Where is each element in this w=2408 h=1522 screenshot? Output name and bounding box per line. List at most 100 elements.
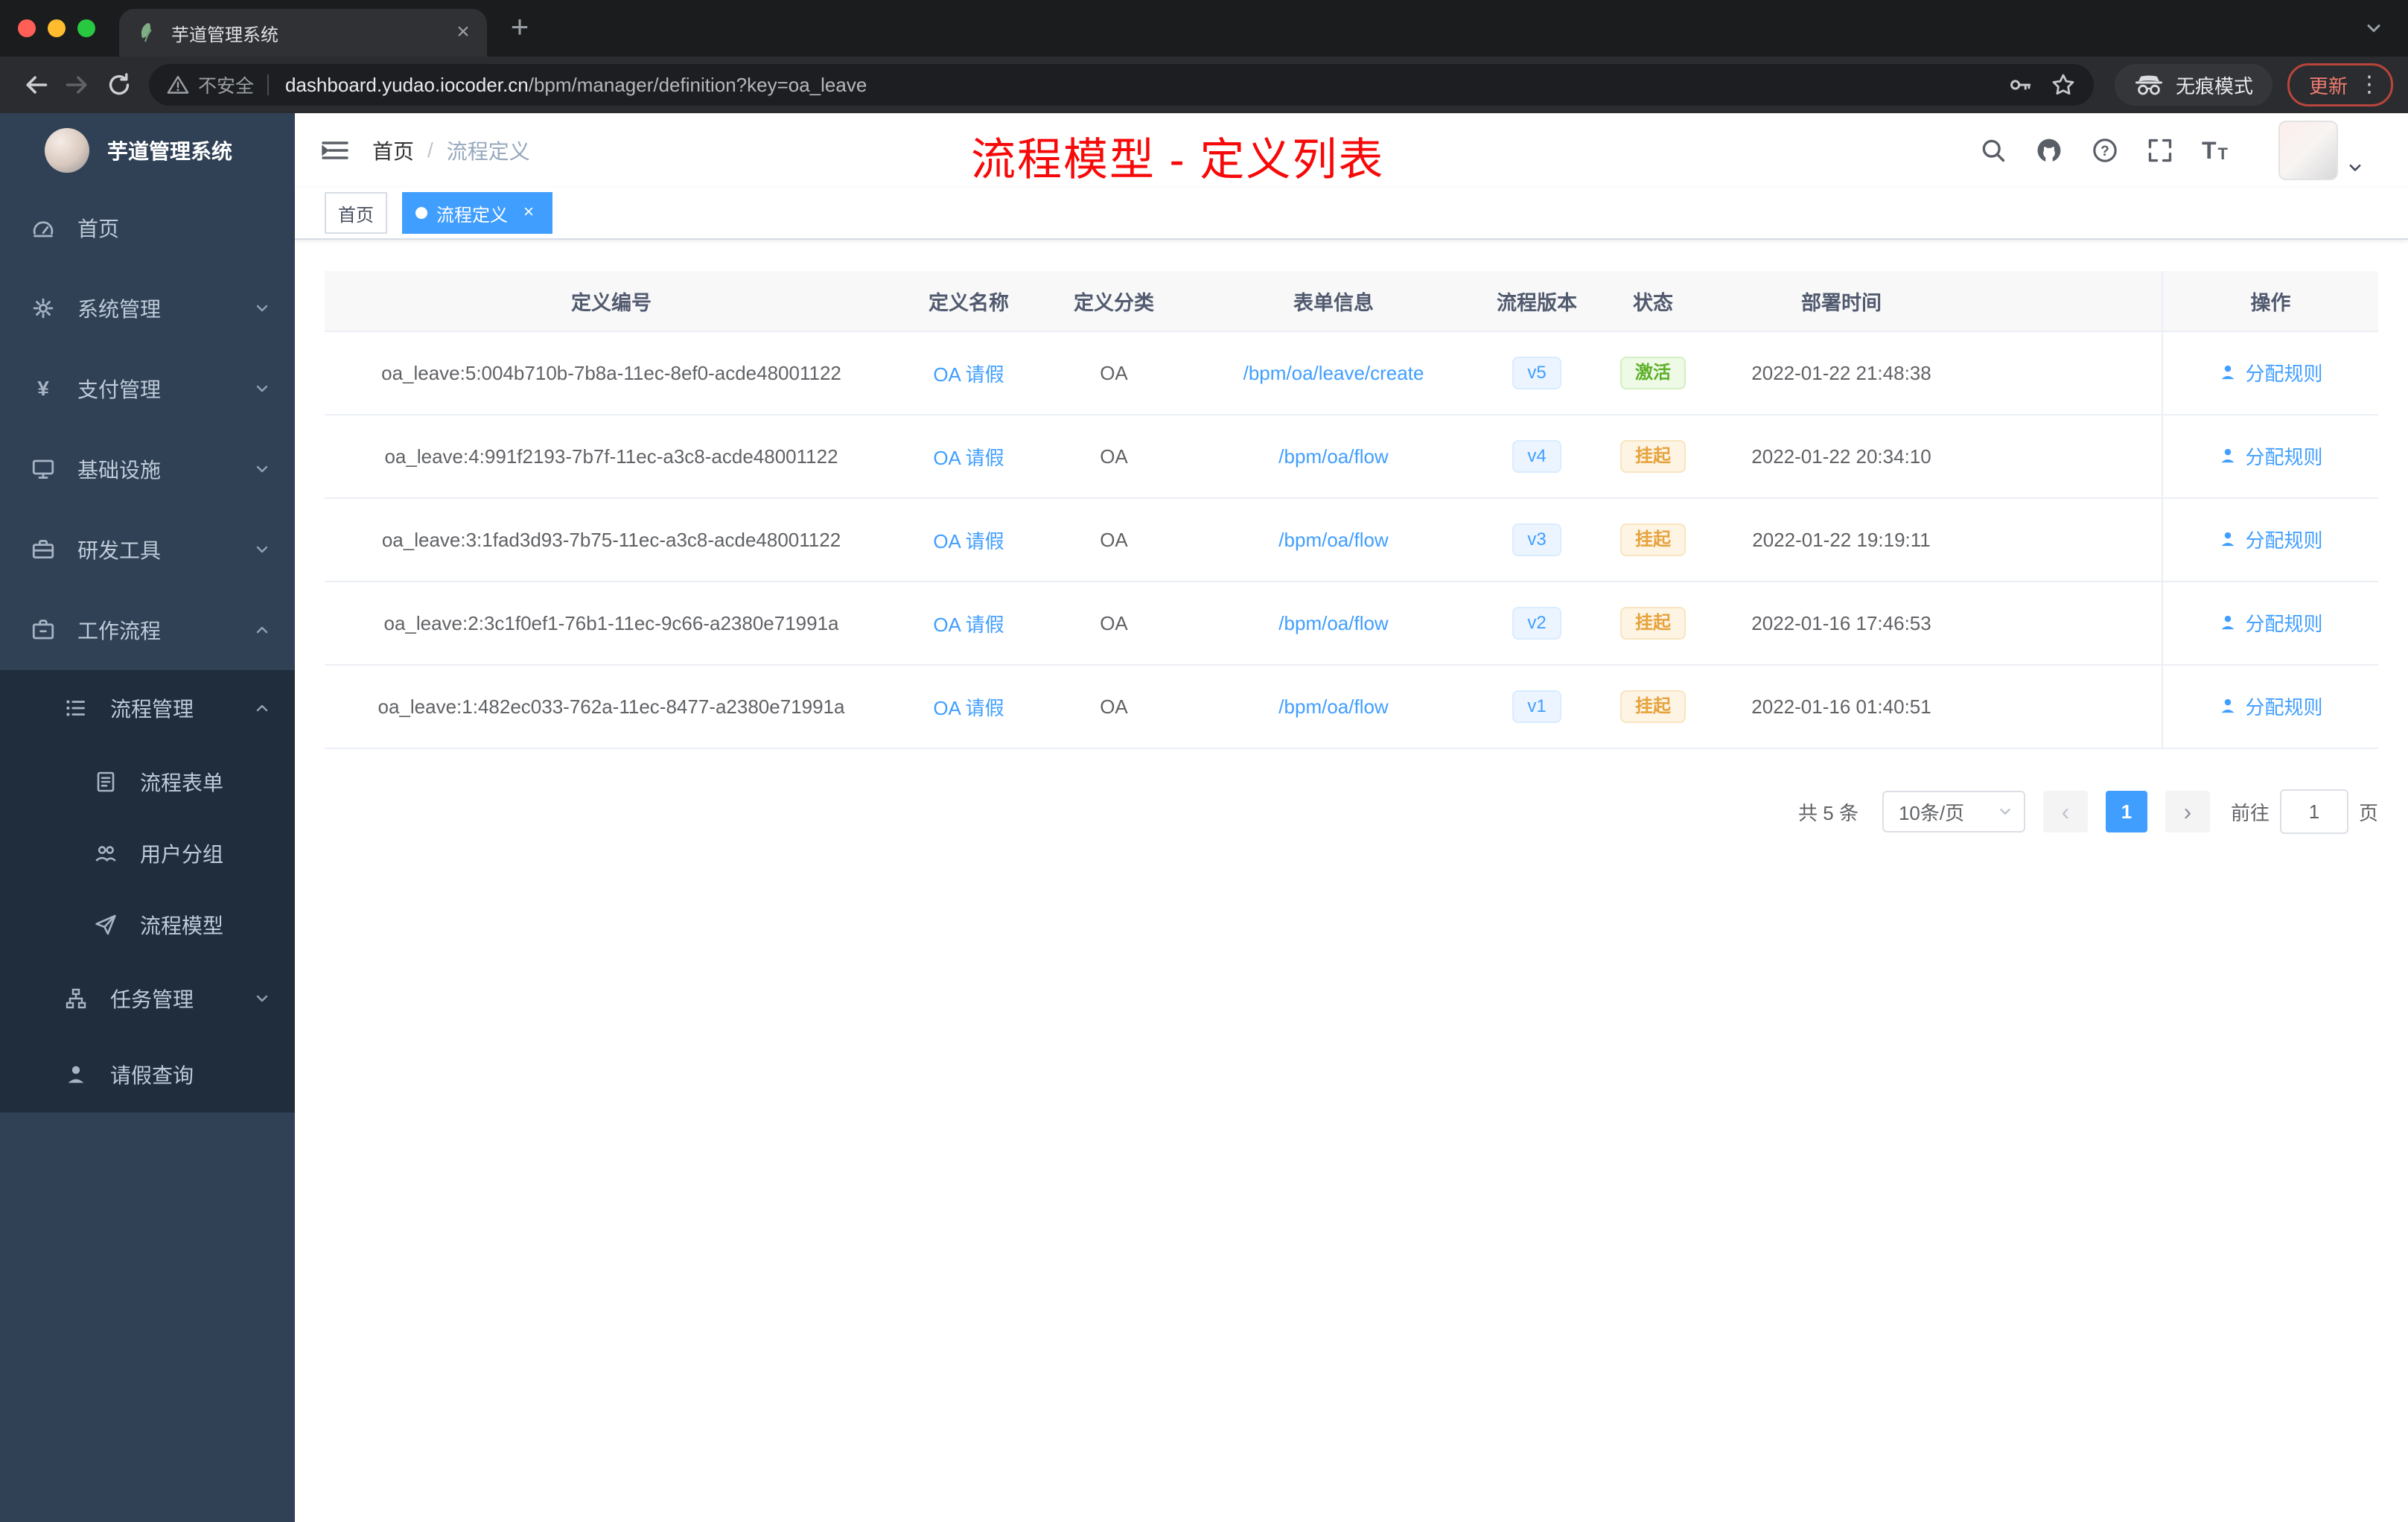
update-button[interactable]: 更新 ⋮ [2287, 63, 2393, 106]
breadcrumb-current: 流程定义 [446, 140, 530, 163]
password-key-icon[interactable] [2007, 72, 2033, 98]
version-tag: v5 [1512, 357, 1561, 389]
sidebar-item-user-group[interactable]: 用户分组 [0, 818, 295, 889]
assign-rule-link[interactable]: 分配规则 [2218, 609, 2323, 637]
sidebar-item-process-model[interactable]: 流程模型 [0, 889, 295, 961]
prev-page-button[interactable]: ‹ [2042, 791, 2088, 832]
sidebar-item-home[interactable]: 首页 [0, 188, 295, 268]
browser-menu-icon[interactable]: ⋮ [2358, 74, 2380, 96]
deploy-time: 2022-01-22 20:34:10 [1711, 415, 1972, 499]
version-tag: v3 [1512, 523, 1561, 556]
sidebar-item-process-management[interactable]: 流程管理 [0, 670, 295, 746]
url-text: dashboard.yudao.iocoder.cn/bpm/manager/d… [285, 74, 867, 97]
tag-home[interactable]: 首页 [325, 192, 387, 234]
user-avatar[interactable] [2278, 121, 2363, 180]
deploy-time: 2022-01-22 19:19:11 [1711, 498, 1972, 582]
reload-button[interactable] [98, 64, 140, 106]
definition-name-link[interactable]: OA 请假 [933, 447, 1004, 469]
update-label: 更新 [2308, 74, 2348, 98]
goto-page-input[interactable] [2279, 789, 2348, 834]
deploy-time: 2022-01-16 17:46:53 [1711, 582, 1972, 666]
sidebar-item-label: 研发工具 [77, 539, 162, 562]
sidebar-item-dev-tools[interactable]: 研发工具 [0, 509, 295, 590]
address-bar[interactable]: 不安全 dashboard.yudao.iocoder.cn/bpm/manag… [149, 64, 2094, 106]
sidebar-item-infrastructure[interactable]: 基础设施 [0, 429, 295, 509]
yen-icon: ¥ [37, 377, 49, 400]
window-close-button[interactable] [18, 19, 36, 37]
github-icon[interactable] [2035, 136, 2063, 165]
definition-id: oa_leave:1:482ec033-762a-11ec-8477-a2380… [325, 665, 898, 749]
form-link[interactable]: /bpm/oa/leave/create [1243, 362, 1424, 384]
top-navbar: 首页 / 流程定义 ? T T [295, 113, 2408, 188]
window-zoom-button[interactable] [77, 19, 95, 37]
goto-suffix: 页 [2358, 801, 2378, 824]
forward-button[interactable] [57, 64, 98, 106]
col-definition-name: 定义名称 [898, 271, 1039, 332]
app-title: 芋道管理系统 [107, 140, 233, 163]
definition-id: oa_leave:5:004b710b-7b8a-11ec-8ef0-acde4… [325, 331, 898, 415]
help-icon[interactable]: ? [2092, 137, 2118, 164]
browser-tab[interactable]: 芋道管理系统 × [119, 9, 487, 57]
definition-name-link[interactable]: OA 请假 [933, 530, 1004, 553]
url-path: /bpm/manager/definition?key=oa_leave [528, 73, 867, 96]
incognito-label: 无痕模式 [2175, 74, 2253, 98]
definition-id: oa_leave:4:991f2193-7b7f-11ec-a3c8-acde4… [325, 415, 898, 499]
window-minimize-button[interactable] [48, 19, 66, 37]
next-page-button[interactable]: › [2165, 791, 2210, 832]
sidebar-item-label: 基础设施 [77, 459, 162, 482]
tag-process-definition[interactable]: 流程定义 × [402, 192, 552, 234]
definition-category: OA [1039, 415, 1188, 499]
breadcrumb-home[interactable]: 首页 [372, 136, 414, 165]
form-link[interactable]: /bpm/oa/flow [1278, 445, 1388, 468]
sidebar-item-task-management[interactable]: 任务管理 [0, 961, 295, 1037]
sidebar-item-label: 首页 [77, 217, 120, 241]
definition-category: OA [1039, 582, 1188, 666]
briefcase-icon [30, 617, 57, 643]
form-link[interactable]: /bpm/oa/flow [1278, 612, 1388, 634]
page-number-button[interactable]: 1 [2105, 791, 2147, 832]
app-logo[interactable]: 芋道管理系统 [0, 113, 295, 188]
sidebar-item-label: 工作流程 [77, 620, 162, 643]
definition-name-link[interactable]: OA 请假 [933, 614, 1004, 636]
bookmark-star-icon[interactable] [2051, 72, 2076, 98]
page-size-select[interactable]: 10条/页 [1882, 791, 2025, 832]
back-button[interactable] [15, 64, 57, 106]
total-count: 共 5 条 [1798, 801, 1858, 824]
security-warning-icon[interactable] [167, 74, 189, 96]
person-icon [63, 1061, 89, 1088]
search-icon[interactable] [1980, 137, 2007, 164]
tab-search-icon[interactable] [2363, 18, 2384, 39]
sidebar-item-system[interactable]: 系统管理 [0, 268, 295, 348]
definition-name-link[interactable]: OA 请假 [933, 363, 1004, 386]
window-controls [0, 19, 119, 37]
fullscreen-icon[interactable] [2147, 137, 2173, 164]
col-deploy-time: 部署时间 [1711, 271, 1972, 332]
deploy-time: 2022-01-16 01:40:51 [1711, 665, 1972, 749]
form-link[interactable]: /bpm/oa/flow [1278, 529, 1388, 551]
tag-close-icon[interactable]: × [518, 203, 539, 223]
sidebar-item-label: 流程模型 [140, 914, 224, 937]
sidebar-item-process-form[interactable]: 流程表单 [0, 746, 295, 818]
assign-rule-link[interactable]: 分配规则 [2218, 692, 2323, 720]
process-list-icon [63, 695, 89, 722]
col-status: 状态 [1595, 271, 1711, 332]
sidebar-item-workflow[interactable]: 工作流程 [0, 590, 295, 670]
sidebar-item-payment[interactable]: ¥ 支付管理 [0, 348, 295, 429]
definition-name-link[interactable]: OA 请假 [933, 697, 1004, 719]
sidebar-item-label: 系统管理 [77, 298, 162, 321]
new-tab-button[interactable]: + [499, 7, 541, 49]
assign-rule-link[interactable]: 分配规则 [2218, 526, 2323, 553]
form-icon [92, 768, 119, 795]
paper-plane-icon [92, 911, 119, 938]
sidebar-item-leave-query[interactable]: 请假查询 [0, 1037, 295, 1112]
tab-close-icon[interactable]: × [451, 21, 475, 45]
font-size-icon[interactable]: TT [2202, 138, 2228, 162]
form-link[interactable]: /bpm/oa/flow [1278, 695, 1388, 718]
assign-rule-link[interactable]: 分配规则 [2218, 442, 2323, 470]
sidebar-item-label: 流程管理 [110, 698, 194, 721]
assign-rule-link[interactable]: 分配规则 [2218, 359, 2323, 386]
hamburger-icon[interactable] [322, 138, 348, 162]
tag-label: 流程定义 [436, 205, 508, 226]
col-spacer [1972, 271, 2162, 332]
definition-category: OA [1039, 498, 1188, 582]
